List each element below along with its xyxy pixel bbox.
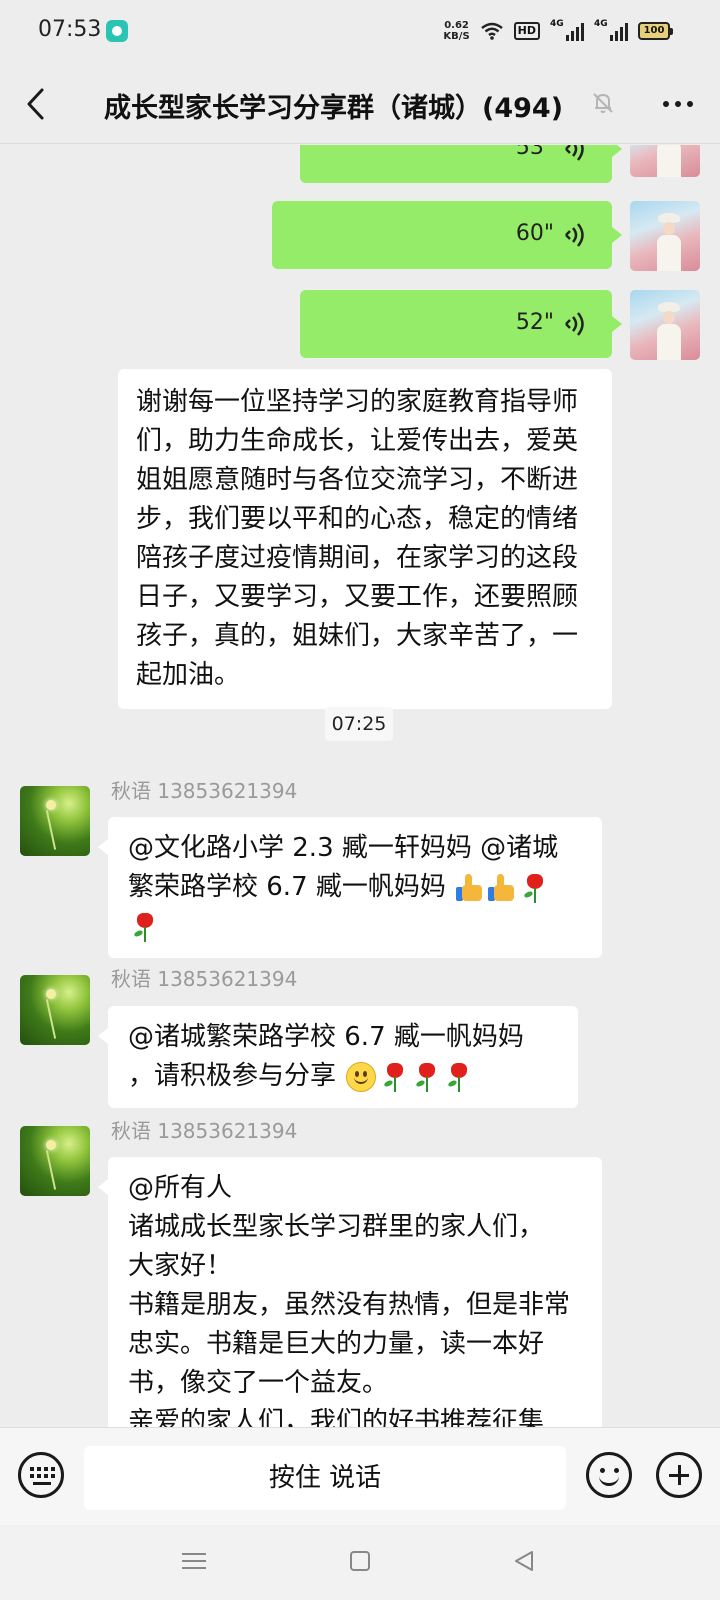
sender-name: 秋语 13853621394 (111, 967, 298, 991)
sender-name: 秋语 13853621394 (111, 1119, 298, 1143)
triangle-back-icon[interactable] (512, 1549, 536, 1573)
voice-wave-icon (565, 145, 584, 161)
app-notification-icon (106, 20, 128, 42)
more-horizontal-icon (663, 101, 693, 107)
text-message[interactable]: @所有人 诸城成长型家长学习群里的家人们， 大家好！ 书籍是朋友，虽然没有热情，… (98, 1157, 602, 1427)
voice-duration: 53" (515, 145, 554, 160)
rose-icon (519, 872, 549, 904)
text-message[interactable]: @诸城繁荣路学校 6.7 臧一帆妈妈 ，请积极参与分享 (98, 1006, 578, 1108)
back-button[interactable] (18, 84, 58, 124)
avatar[interactable] (20, 1126, 90, 1196)
network-speed-value: 0.62 (444, 20, 469, 31)
battery-icon: 100 (638, 22, 673, 40)
rose-icon (411, 1061, 441, 1093)
avatar[interactable] (20, 975, 90, 1045)
system-nav-bar (0, 1525, 720, 1600)
smiley-icon (345, 1061, 377, 1093)
thumbs-up-icon (487, 872, 517, 904)
text-message[interactable]: @文化路小学 2.3 臧一轩妈妈 @诸城繁荣路学校 6.7 臧一帆妈妈 (98, 817, 602, 958)
rose-icon (379, 1061, 409, 1093)
chat-message-list[interactable]: 53" 60" 52" 谢谢每一位坚持学习的家庭教育指导师们，助力生命成长，让爱… (0, 145, 720, 1427)
avatar[interactable] (630, 290, 700, 360)
text-message[interactable]: 谢谢每一位坚持学习的家庭教育指导师们，助力生命成长，让爱传出去，爱英姐姐愿意随时… (118, 369, 612, 709)
hold-to-talk-button[interactable]: 按住 说话 (84, 1446, 566, 1510)
sender-name: 秋语 13853621394 (111, 779, 298, 803)
chevron-left-icon (27, 88, 44, 120)
emoji-button[interactable] (586, 1452, 632, 1498)
message-line: 书籍是朋友，虽然没有热情，但是非常忠实。书籍是巨大的力量，读一本好书，像交了一个… (128, 1290, 571, 1398)
voice-duration: 60" (515, 221, 554, 246)
hd-badge: HD (513, 22, 540, 40)
signal-icon: 4G (594, 19, 628, 41)
more-actions-button[interactable] (656, 1452, 702, 1498)
keyboard-button[interactable] (18, 1452, 64, 1498)
signal-icon: 4G (550, 19, 584, 41)
network-type-label: 4G (550, 19, 564, 29)
voice-wave-icon (565, 223, 584, 247)
bell-off-icon (593, 93, 613, 113)
status-indicators: 0.62 KB/S HD 4G 4G 100 (443, 19, 673, 42)
message-line: @所有人 (128, 1173, 233, 1203)
voice-message[interactable]: 60" (272, 201, 622, 269)
thumbs-up-icon (455, 872, 485, 904)
status-bar: 07:53 0.62 KB/S HD 4G 4G 100 (0, 0, 720, 64)
more-button[interactable] (658, 86, 698, 122)
voice-duration: 52" (515, 310, 554, 335)
avatar[interactable] (630, 145, 700, 177)
chat-title[interactable]: 成长型家长学习分享群（诸城）(494) (104, 86, 563, 125)
voice-wave-icon (565, 312, 584, 336)
smiley-icon (599, 1476, 619, 1486)
network-speed: 0.62 KB/S (443, 20, 469, 42)
wifi-icon (480, 22, 503, 40)
avatar[interactable] (20, 786, 90, 856)
network-type-label: 4G (594, 19, 608, 29)
network-speed-unit: KB/S (443, 31, 470, 42)
rose-icon (129, 911, 159, 943)
menu-icon[interactable] (182, 1551, 206, 1571)
square-icon[interactable] (350, 1551, 370, 1571)
message-line: 大家好！ (128, 1251, 233, 1281)
voice-message[interactable]: 52" (300, 290, 622, 358)
status-time: 07:53 (38, 17, 102, 42)
rose-icon (443, 1061, 473, 1093)
voice-message[interactable]: 53" (300, 145, 622, 183)
message-line: 诸城成长型家长学习群里的家人们， (128, 1212, 545, 1242)
message-line: 亲爱的家人们，我们的好书推荐征集 (128, 1407, 545, 1427)
avatar[interactable] (630, 201, 700, 271)
input-bar: 按住 说话 (0, 1427, 720, 1525)
chat-header: 成长型家长学习分享群（诸城）(494) (0, 64, 720, 144)
timestamp: 07:25 (325, 707, 393, 741)
